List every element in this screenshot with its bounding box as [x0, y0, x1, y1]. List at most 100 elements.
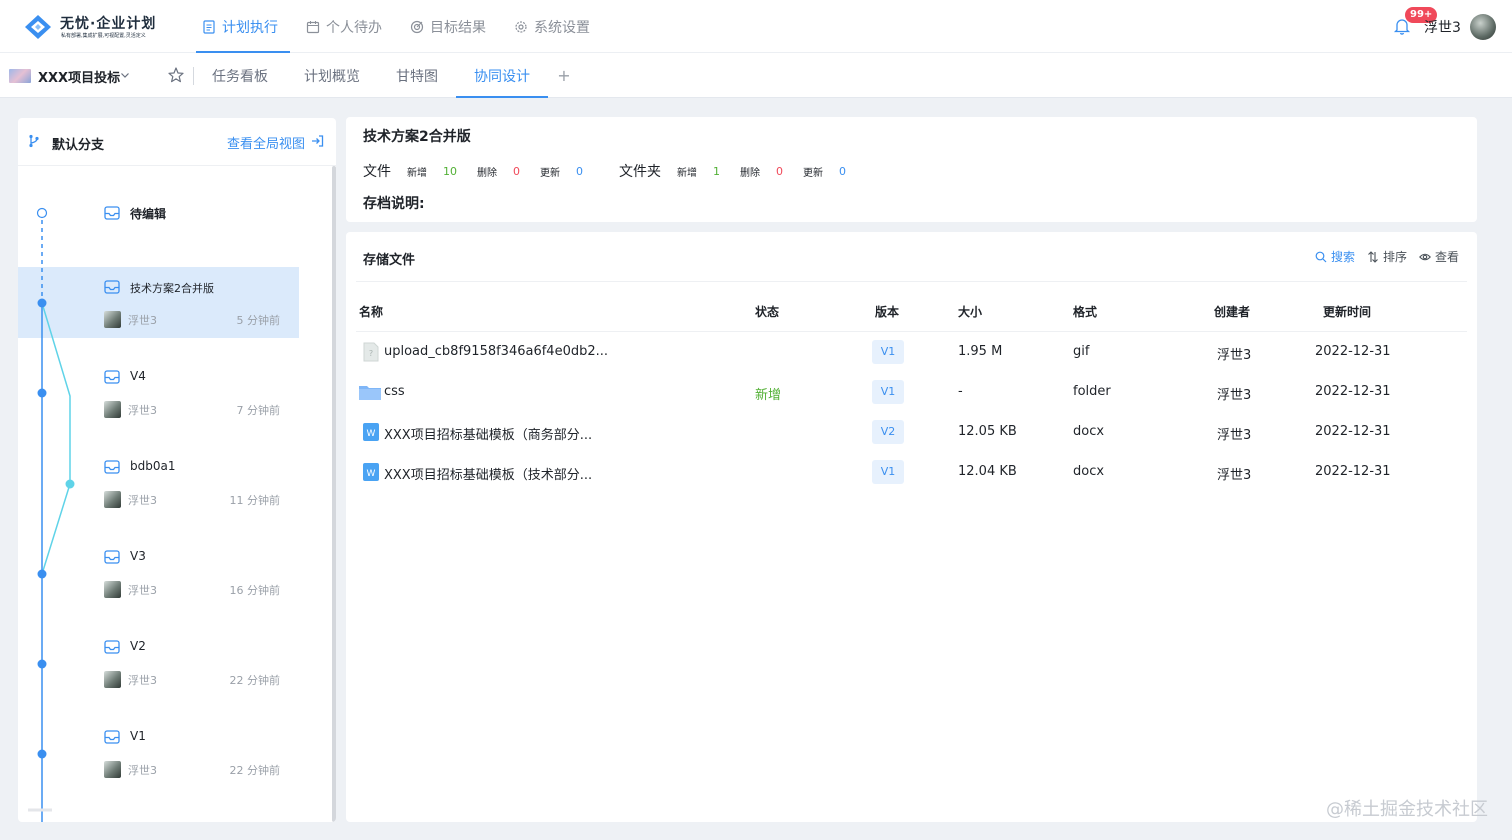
node-time: 22 分钟前: [229, 674, 281, 687]
top-header: 无忧·企业计划 私有部署,集成扩展,可视配置,灵活定义 计划执行 个人待办 目标…: [0, 0, 1512, 53]
file-creator: 浮世3: [1217, 468, 1252, 483]
logo-icon: [25, 15, 51, 39]
change-stats: 文件 新增 10 删除 0 更新 0 文件夹 新增 1 删除 0 更新 0: [363, 161, 866, 181]
version-tag[interactable]: V1: [872, 340, 904, 364]
svg-text:W: W: [367, 429, 376, 439]
col-format[interactable]: 格式: [1073, 303, 1097, 320]
search-icon: [1315, 251, 1327, 262]
timeline-node[interactable]: 技术方案2合并版 浮世3 5 分钟前: [18, 280, 308, 340]
folder-icon: [359, 386, 381, 400]
col-creator[interactable]: 创建者: [1214, 303, 1250, 320]
added-label: 新增: [407, 167, 427, 179]
file-size: 12.05 KB: [958, 424, 1017, 439]
svg-text:?: ?: [369, 349, 373, 358]
file-deleted-count: 0: [513, 164, 520, 178]
nav-system-settings[interactable]: 系统设置: [502, 0, 602, 53]
node-title: bdb0a1: [130, 459, 176, 473]
timeline-node[interactable]: V1 浮世3 22 分钟前: [18, 729, 308, 790]
version-icon: [104, 640, 120, 654]
col-version[interactable]: 版本: [875, 303, 899, 320]
node-time: 7 分钟前: [236, 404, 281, 417]
deleted-label: 删除: [477, 167, 497, 179]
star-icon[interactable]: [167, 66, 185, 84]
avatar: [104, 401, 121, 418]
scrollbar[interactable]: [332, 166, 336, 822]
file-name[interactable]: upload_cb8f9158f346a6f4e0db2...: [384, 344, 608, 359]
file-name[interactable]: XXX项目招标基础模板（商务部分...: [384, 424, 592, 443]
version-icon: [104, 550, 120, 564]
tab-plan-overview[interactable]: 计划概览: [286, 53, 378, 98]
add-tab-button[interactable]: +: [548, 53, 580, 98]
col-size[interactable]: 大小: [958, 303, 982, 320]
search-button[interactable]: 搜索: [1315, 248, 1355, 265]
project-header: XXX项目投标 任务看板 计划概览 甘特图 协同设计 +: [0, 53, 1512, 98]
chevron-down-icon[interactable]: [120, 70, 130, 80]
tab-gantt[interactable]: 甘特图: [378, 53, 456, 98]
document-icon: [203, 19, 215, 34]
table-row[interactable]: W XXX项目招标基础模板（商务部分... V2 12.05 KB docx 浮…: [356, 412, 1467, 452]
user-avatar[interactable]: [1470, 14, 1496, 40]
logo-title: 无忧·企业计划: [60, 16, 157, 32]
col-status[interactable]: 状态: [755, 303, 779, 320]
unknown-file-icon: ?: [363, 342, 379, 362]
updated-label: 更新: [540, 167, 560, 179]
node-user: 浮世3: [128, 404, 157, 417]
folder-added-count: 1: [713, 164, 720, 178]
view-button[interactable]: 查看: [1419, 248, 1459, 265]
search-label: 搜索: [1330, 250, 1355, 264]
timeline-node[interactable]: V4 浮世3 7 分钟前: [18, 369, 308, 430]
node-title: V3: [130, 549, 146, 563]
node-user: 浮世3: [128, 764, 157, 777]
file-actions: 搜索 排序 查看: [1315, 248, 1459, 265]
version-icon: [104, 730, 120, 744]
folder-group-label: 文件夹: [619, 164, 661, 180]
nav-personal-todo[interactable]: 个人待办: [294, 0, 394, 53]
user-name[interactable]: 浮世3: [1424, 17, 1461, 37]
version-icon: [104, 460, 120, 474]
added-label: 新增: [677, 167, 697, 179]
version-tag[interactable]: V2: [872, 420, 904, 444]
file-size: -: [958, 384, 963, 399]
col-name[interactable]: 名称: [359, 303, 383, 320]
col-updated[interactable]: 更新时间: [1323, 303, 1371, 320]
tab-collab-design[interactable]: 协同设计: [456, 53, 548, 98]
nav-goal-results[interactable]: 目标结果: [398, 0, 498, 53]
version-icon: [104, 206, 120, 220]
node-user: 浮世3: [128, 584, 157, 597]
timeline-node[interactable]: V2 浮世3 22 分钟前: [18, 639, 308, 700]
version-tag[interactable]: V1: [872, 460, 904, 484]
node-time: 5 分钟前: [236, 314, 281, 327]
file-creator: 浮世3: [1217, 348, 1252, 363]
table-row[interactable]: ? upload_cb8f9158f346a6f4e0db2... V1 1.9…: [356, 332, 1467, 372]
nav-label: 个人待办: [326, 19, 382, 36]
avatar: [104, 311, 121, 328]
version-info-card: 技术方案2合并版 文件 新增 10 删除 0 更新 0 文件夹 新增 1 删除 …: [346, 117, 1477, 222]
version-tag[interactable]: V1: [872, 380, 904, 404]
node-time: 16 分钟前: [229, 584, 281, 597]
timeline-node[interactable]: bdb0a1 浮世3 11 分钟前: [18, 459, 308, 520]
merge-branch-line: [41, 302, 71, 575]
app-logo[interactable]: 无忧·企业计划 私有部署,集成扩展,可视配置,灵活定义: [24, 12, 184, 42]
project-name[interactable]: XXX项目投标: [38, 67, 120, 86]
node-title: 技术方案2合并版: [130, 282, 214, 295]
view-label: 查看: [1434, 250, 1459, 264]
file-status: 新增: [755, 388, 782, 403]
svg-text:W: W: [367, 469, 376, 479]
file-group-label: 文件: [363, 164, 391, 180]
logo-subtitle: 私有部署,集成扩展,可视配置,灵活定义: [61, 33, 146, 39]
file-updated: 2022-12-31: [1315, 344, 1391, 359]
file-name[interactable]: css: [384, 384, 405, 399]
files-title: 存储文件: [363, 253, 416, 268]
sort-button[interactable]: 排序: [1367, 248, 1407, 265]
folder-updated-count: 0: [839, 164, 846, 178]
file-name[interactable]: XXX项目招标基础模板（技术部分...: [384, 464, 592, 483]
timeline-node[interactable]: 待编辑: [18, 206, 308, 266]
sort-icon: [1368, 250, 1378, 263]
table-row[interactable]: W XXX项目招标基础模板（技术部分... V1 12.04 KB docx 浮…: [356, 452, 1467, 492]
nav-plan-execution[interactable]: 计划执行: [190, 0, 290, 53]
timeline-node[interactable]: V3 浮世3 16 分钟前: [18, 549, 308, 610]
avatar: [104, 491, 121, 508]
tab-task-board[interactable]: 任务看板: [194, 53, 286, 98]
table-row[interactable]: css 新增 V1 - folder 浮世3 2022-12-31: [356, 372, 1467, 412]
node-title: V2: [130, 639, 146, 653]
